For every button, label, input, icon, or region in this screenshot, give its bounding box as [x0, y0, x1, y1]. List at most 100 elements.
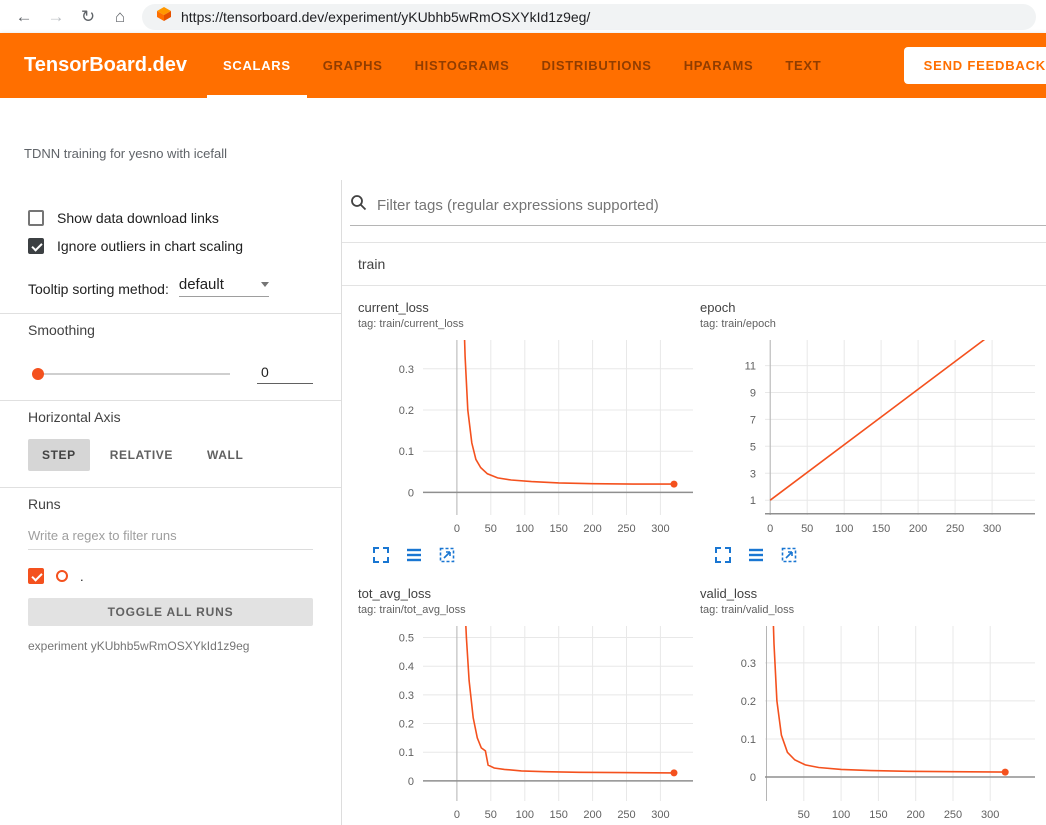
chart-tag: tag: train/epoch [700, 318, 1037, 330]
svg-text:0: 0 [454, 809, 460, 821]
svg-text:250: 250 [944, 809, 962, 821]
svg-text:50: 50 [485, 523, 497, 535]
tag-filter-input[interactable] [377, 197, 1046, 214]
svg-text:250: 250 [617, 809, 635, 821]
svg-text:150: 150 [550, 809, 568, 821]
ignore-outliers-checkbox[interactable] [28, 238, 44, 254]
svg-text:0.1: 0.1 [399, 747, 414, 759]
address-bar[interactable]: https://tensorboard.dev/experiment/yKUbh… [142, 4, 1036, 30]
fit-domain-icon[interactable] [780, 546, 798, 564]
chart-title: current_loss [358, 300, 695, 315]
svg-text:0.2: 0.2 [399, 405, 414, 417]
svg-text:50: 50 [798, 809, 810, 821]
tab-hparams[interactable]: HPARAMS [668, 33, 770, 98]
tab-text[interactable]: TEXT [769, 33, 837, 98]
svg-text:50: 50 [485, 809, 497, 821]
show-download-links-checkbox[interactable] [28, 210, 44, 226]
svg-text:150: 150 [872, 523, 890, 535]
run-row: . [28, 568, 313, 584]
svg-text:7: 7 [750, 414, 756, 426]
svg-text:300: 300 [651, 523, 669, 535]
svg-text:0.1: 0.1 [399, 446, 414, 458]
run-selector-icon[interactable] [405, 546, 423, 564]
svg-text:100: 100 [835, 523, 853, 535]
tab-graphs[interactable]: GRAPHS [307, 33, 399, 98]
smoothing-label: Smoothing [28, 322, 313, 338]
svg-text:0.3: 0.3 [399, 364, 414, 376]
experiment-id-label: experiment yKUbhb5wRmOSXYkId1z9eg [28, 639, 313, 653]
scalars-dashboard: train current_loss tag: train/current_lo… [342, 180, 1046, 825]
chart-card-current-loss: current_loss tag: train/current_loss 0 0.… [358, 300, 695, 564]
svg-text:100: 100 [516, 523, 534, 535]
search-icon [350, 194, 367, 216]
tab-scalars[interactable]: SCALARS [207, 33, 307, 98]
runs-filter-input[interactable] [28, 528, 313, 550]
charts-grid: current_loss tag: train/current_loss 0 0.… [342, 286, 1046, 825]
axis-wall-button[interactable]: WALL [193, 439, 257, 471]
svg-text:1: 1 [750, 495, 756, 507]
smoothing-slider[interactable] [34, 373, 230, 375]
chart-tag: tag: train/tot_avg_loss [358, 604, 695, 616]
axis-step-button[interactable]: STEP [28, 439, 90, 471]
line-chart-current-loss[interactable]: 00.10.20.3050100150200250300 [358, 340, 695, 538]
chart-actions [372, 546, 695, 564]
tab-distributions[interactable]: DISTRIBUTIONS [525, 33, 667, 98]
run-name: . [80, 569, 84, 584]
svg-text:200: 200 [583, 809, 601, 821]
tab-histograms[interactable]: HISTOGRAMS [399, 33, 526, 98]
run-selector-icon[interactable] [747, 546, 765, 564]
horizontal-axis-label: Horizontal Axis [28, 409, 313, 425]
send-feedback-button[interactable]: SEND FEEDBACK [904, 47, 1046, 84]
svg-text:0.2: 0.2 [399, 719, 414, 731]
svg-text:3: 3 [750, 468, 756, 480]
ignore-outliers-row: Ignore outliers in chart scaling [28, 238, 313, 254]
tensorboard-logo: TensorBoard.dev [24, 54, 187, 77]
smoothing-slider-thumb[interactable] [32, 368, 44, 380]
chart-tag: tag: train/current_loss [358, 318, 695, 330]
train-group-header[interactable]: train [342, 243, 1046, 286]
forward-icon[interactable]: → [40, 7, 72, 27]
svg-text:0.4: 0.4 [399, 661, 414, 673]
expand-chart-icon[interactable] [714, 546, 732, 564]
app-header: TensorBoard.dev SCALARS GRAPHS HISTOGRAM… [0, 33, 1046, 98]
svg-text:9: 9 [750, 388, 756, 400]
run-checkbox[interactable] [28, 568, 44, 584]
back-icon[interactable]: ← [8, 7, 40, 27]
main-nav: SCALARS GRAPHS HISTOGRAMS DISTRIBUTIONS … [207, 33, 837, 98]
svg-text:0.2: 0.2 [741, 696, 756, 708]
svg-text:0.3: 0.3 [399, 690, 414, 702]
chart-card-valid-loss: valid_loss tag: train/valid_loss 00.10.2… [700, 586, 1037, 825]
svg-text:50: 50 [801, 523, 813, 535]
svg-text:300: 300 [983, 523, 1001, 535]
svg-text:300: 300 [981, 809, 999, 821]
line-chart-epoch[interactable]: 1357911050100150200250300 [700, 340, 1037, 538]
svg-text:300: 300 [651, 809, 669, 821]
show-download-links-row: Show data download links [28, 210, 313, 226]
show-download-links-label: Show data download links [57, 210, 219, 226]
svg-text:0: 0 [408, 776, 414, 788]
expand-chart-icon[interactable] [372, 546, 390, 564]
tooltip-sorting-select[interactable]: default [179, 276, 269, 297]
run-color-icon [56, 570, 68, 582]
reload-icon[interactable]: ↻ [72, 7, 104, 27]
tooltip-sorting-label: Tooltip sorting method: [28, 281, 169, 297]
tensorboard-favicon [156, 6, 172, 27]
chart-actions [714, 546, 1037, 564]
fit-domain-icon[interactable] [438, 546, 456, 564]
axis-relative-button[interactable]: RELATIVE [96, 439, 187, 471]
line-chart-tot-avg-loss[interactable]: 00.10.20.30.40.5050100150200250300 [358, 626, 695, 824]
train-group-card: train current_loss tag: train/current_lo… [342, 242, 1046, 825]
svg-text:250: 250 [946, 523, 964, 535]
browser-chrome: ← → ↻ ⌂ https://tensorboard.dev/experime… [0, 0, 1046, 33]
smoothing-value[interactable]: 0 [257, 364, 313, 384]
svg-text:0: 0 [750, 772, 756, 784]
url-text[interactable]: https://tensorboard.dev/experiment/yKUbh… [181, 9, 590, 25]
line-chart-valid-loss[interactable]: 00.10.20.350100150200250300 [700, 626, 1037, 824]
toggle-all-runs-button[interactable]: TOGGLE ALL RUNS [28, 598, 313, 626]
svg-text:0.3: 0.3 [741, 658, 756, 670]
chart-title: valid_loss [700, 586, 1037, 601]
svg-text:0: 0 [408, 487, 414, 499]
experiment-header: TDNN training for yesno with icefall [0, 98, 1046, 180]
runs-label: Runs [28, 496, 313, 512]
home-icon[interactable]: ⌂ [104, 7, 136, 27]
